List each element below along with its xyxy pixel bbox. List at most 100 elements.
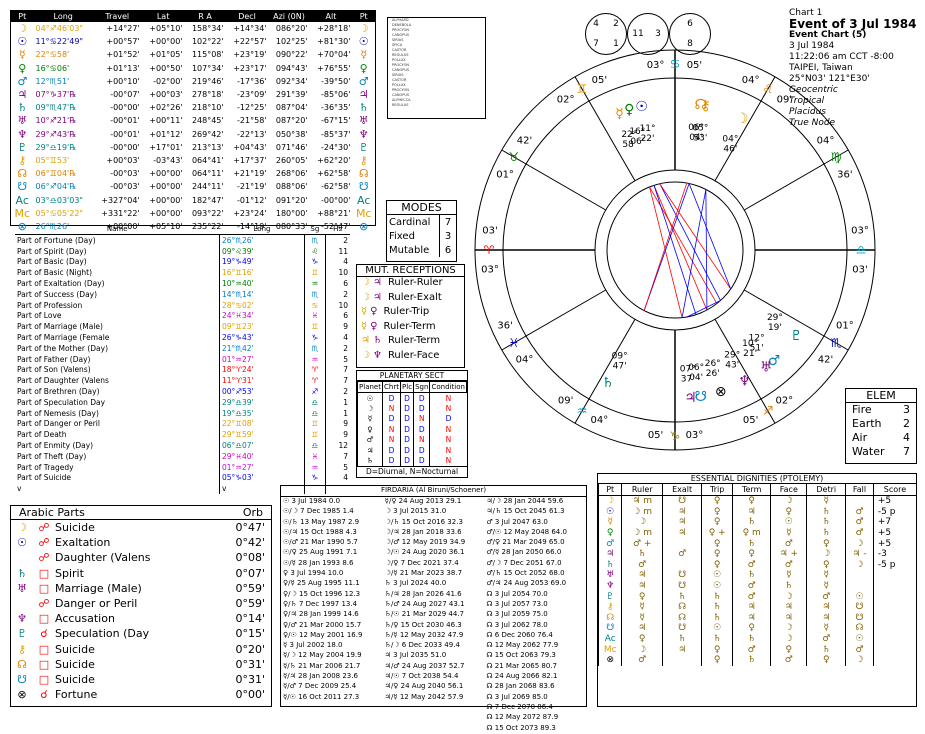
part-long: 16°♊16': [219, 267, 305, 279]
dignity-cell: -3: [872, 548, 916, 560]
part-house: 9: [324, 429, 350, 441]
part-name: v: [17, 484, 22, 494]
dignity-cell: ♀: [621, 633, 663, 645]
pos-alt: -85°37': [320, 129, 351, 139]
planet-glyph-icon: ⚷: [597, 601, 622, 613]
aspect-line: [705, 189, 708, 311]
pos-azi: 091°20': [275, 195, 308, 205]
arabic-part-name: Daughter (Valens: [55, 551, 151, 565]
dignity-cell: ♀: [701, 654, 733, 666]
pos-ra: 218°10': [191, 103, 224, 113]
cusp-minute: 05': [592, 75, 607, 86]
arabic-orb: 0°07': [235, 566, 265, 580]
planet-glyph-icon: ♇: [790, 328, 803, 344]
part-long: 01°♒27': [219, 353, 305, 365]
dignity-cell: ☿: [770, 527, 807, 539]
elem-count: 2: [903, 417, 910, 430]
part-house: 10: [324, 267, 350, 279]
dignity-header: Ruler: [621, 484, 663, 496]
part-house: 11: [324, 245, 350, 257]
dignity-cell: ♃: [621, 570, 663, 581]
part-house: 9: [324, 321, 350, 333]
firdaria-period: ☿/☽ 12 May 2004 19.9: [283, 651, 362, 660]
sect-cell: D: [400, 434, 414, 445]
part-house: 7: [324, 375, 350, 387]
house-box-1-b: 2: [613, 19, 619, 29]
arabic-row: ☍ Danger or Peril 0°59': [11, 596, 271, 611]
pos-row: ☉ 11°♋22'49" +00°57' +00°00' 102°22' +22°57' 1…: [11, 35, 375, 48]
sign-icon: ♊: [304, 267, 326, 279]
pos-alt: -67°15': [320, 116, 351, 126]
part-long: 09°♊23': [219, 321, 305, 333]
planet-glyph-icon: Ac: [15, 193, 29, 207]
pos-row: ♃ 07°♑37'℞ -00°07' +00°03' 278°18' -23°09' 291…: [11, 88, 375, 101]
pos-decl: -12°25': [237, 103, 267, 113]
part-name: Part of Success (Day): [17, 289, 98, 299]
pos-ra: 269°42': [191, 129, 224, 139]
arabic-row: ♇ ☌ Speculation (Day 0°15': [11, 626, 271, 641]
part-row: Part of Son (Valens) 18°♈24' ♈ 7: [15, 364, 350, 376]
arabic-part-name: Suicide: [55, 657, 95, 671]
dignity-cell: ♂: [621, 559, 663, 571]
pos-long: 10°♐21'℞: [35, 116, 77, 126]
dignity-cell: ☿: [621, 601, 663, 613]
arabic-orb: 0°31': [235, 672, 265, 686]
pos-long: 05°♋05'22": [35, 208, 84, 218]
modes-title: MODES: [387, 201, 456, 215]
planet-glyph-icon: ♆: [17, 127, 28, 141]
dignity-cell: ♀: [732, 548, 771, 560]
part-house: 4: [324, 256, 350, 268]
planet-glyph-icon: ♀: [18, 61, 27, 75]
part-house: 6: [324, 278, 350, 289]
cusp-minute: 36': [837, 169, 852, 180]
firdaria-period: ☽/☉ 24 Aug 2020 36.1: [384, 548, 465, 557]
cusp-minute: 05': [648, 430, 663, 441]
arabic-row: ♄ □ Spirit 0°07': [11, 566, 271, 581]
dignity-cell: ♂: [732, 591, 771, 602]
firdaria-period: ♂/☉ 12 May 2048 64.0: [486, 527, 567, 536]
planet-glyph-icon: ⚷: [17, 642, 27, 656]
planet-minute: 43': [725, 361, 739, 371]
pos-azi: 268°06': [275, 169, 308, 179]
pos-alt: -00°00': [320, 195, 351, 205]
planet-glyph-icon: ♃: [372, 291, 382, 303]
planet-minute: 04': [689, 133, 703, 143]
elem-count: 7: [903, 445, 910, 458]
sect-title: PLANETARY SECT: [357, 371, 467, 381]
dignity-cell: ♂: [845, 644, 874, 655]
planet-glyph-icon: ♃: [597, 548, 622, 560]
planet-glyph-icon: ⊗: [17, 688, 27, 702]
dignity-cell: ♀: [701, 517, 733, 528]
planet-glyph-icon: ♃: [356, 444, 383, 456]
part-row: Part of Basic (Night) 16°♊16' ♊ 10: [15, 267, 350, 279]
sect-cell: D: [400, 444, 414, 456]
dignity-header: Trip: [701, 484, 733, 496]
pos-travel: +00°10': [106, 76, 140, 86]
mut-type: Ruler-Exalt: [387, 291, 442, 303]
firdaria-period: ♃/☉ 7 Oct 2038 54.4: [384, 672, 459, 681]
part-long: 29°♎39': [219, 396, 305, 408]
planet-glyph-icon: ☿: [356, 413, 383, 425]
sect-row: ☿ D D N D: [356, 413, 467, 425]
arabic-part-name: Danger or Peril: [55, 597, 138, 611]
dignity-cell: ♄: [732, 538, 771, 549]
pos-ra: 064°11': [191, 169, 224, 179]
aspect-glyph-icon: □: [38, 672, 50, 686]
dignity-cell: ♀: [701, 495, 733, 507]
dignity-cell: ♃ -: [845, 548, 874, 560]
part-name: Part of Basic (Day): [17, 257, 87, 267]
mode-count: 3: [439, 229, 456, 243]
sect-cell: N: [429, 392, 467, 404]
pos-travel: +00°03': [106, 155, 140, 165]
pos-header: Pt: [11, 11, 34, 22]
firdaria-period: ♄/☉ 21 Mar 2029 44.7: [384, 610, 464, 619]
firdaria-period: ☊ 15 Oct 2063 79.3: [486, 651, 556, 660]
dignity-cell: [872, 580, 916, 592]
dignity-cell: ☋: [845, 612, 874, 624]
pos-ra: 244°11': [191, 182, 224, 192]
dignity-cell: ♄: [732, 633, 771, 645]
firdaria-period: ☽/♂ 12 May 2019 34.9: [384, 538, 466, 547]
pos-row: ♂ 12°♏51' +00°10' -02°00' 219°46' -17°36' 092°…: [11, 75, 375, 88]
part-name: Part of Speculation Day: [17, 397, 106, 407]
part-house: 9: [324, 418, 350, 430]
